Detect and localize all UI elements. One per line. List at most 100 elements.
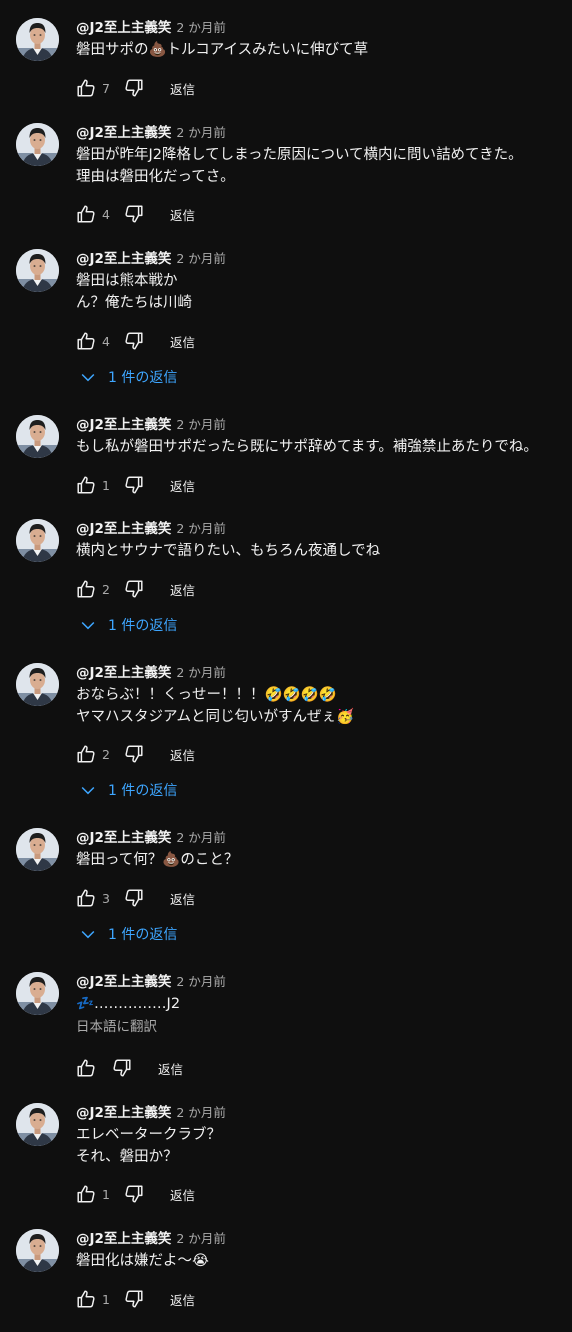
reply-button[interactable]: 返信 xyxy=(170,580,195,599)
comment-text-line: 磐田って何？💩のこと？ xyxy=(76,852,239,868)
comment-author[interactable]: @J2至上主義笑 xyxy=(76,665,171,681)
comment-text: 横内とサウナで語りたい、もちろん夜通しでね xyxy=(76,540,564,562)
avatar[interactable] xyxy=(16,519,59,562)
reply-button[interactable]: 返信 xyxy=(170,79,195,98)
dislike-button[interactable] xyxy=(122,742,146,766)
thumbs-up-icon xyxy=(75,330,97,352)
thumbs-up-icon xyxy=(75,578,97,600)
thumbs-up-icon xyxy=(75,474,97,496)
comment-timestamp[interactable]: 2 か月前 xyxy=(176,830,225,845)
chevron-down-icon xyxy=(78,924,108,944)
reply-button[interactable]: 返信 xyxy=(170,745,195,764)
like-button[interactable] xyxy=(74,202,98,226)
comment-header: @J2至上主義笑 2 か月前 xyxy=(76,415,564,433)
comment-timestamp[interactable]: 2 か月前 xyxy=(176,521,225,536)
reply-button[interactable]: 返信 xyxy=(170,332,195,351)
comment-text-line: それ、磐田か？ xyxy=(76,1149,178,1165)
like-button[interactable] xyxy=(74,1182,98,1206)
dislike-button[interactable] xyxy=(122,76,146,100)
like-button[interactable] xyxy=(74,577,98,601)
like-button[interactable] xyxy=(74,473,98,497)
dislike-button[interactable] xyxy=(122,1182,146,1206)
comment-text: エレベータークラブ？ それ、磐田か？ xyxy=(76,1124,564,1168)
comment-text-line: ん？俺たちは川崎 xyxy=(76,295,192,311)
reply-button[interactable]: 返信 xyxy=(170,889,195,908)
thumbs-up-icon xyxy=(75,743,97,765)
comment-timestamp[interactable]: 2 か月前 xyxy=(176,665,225,680)
like-button[interactable] xyxy=(74,329,98,353)
view-replies-button[interactable]: 1 件の返信 xyxy=(78,923,177,945)
like-count: 1 xyxy=(102,1186,110,1202)
translate-link[interactable]: 日本語に翻訳 xyxy=(76,1017,564,1037)
comment-text-line: 💤……………J2 xyxy=(76,996,181,1012)
dislike-button[interactable] xyxy=(122,202,146,226)
comment-timestamp[interactable]: 2 か月前 xyxy=(176,1231,225,1246)
view-replies-button[interactable]: 1 件の返信 xyxy=(78,614,177,636)
like-button[interactable] xyxy=(74,886,98,910)
comment-actions: 1 返信 xyxy=(74,1287,195,1311)
comment-text: 磐田サポの💩トルコアイスみたいに伸びて草 xyxy=(76,39,564,61)
view-replies-label: 1 件の返信 xyxy=(108,370,178,386)
like-button[interactable] xyxy=(74,1287,98,1311)
thumbs-down-icon xyxy=(123,474,145,496)
comment-author[interactable]: @J2至上主義笑 xyxy=(76,20,171,36)
dislike-button[interactable] xyxy=(110,1056,134,1080)
thumbs-down-icon xyxy=(123,1288,145,1310)
comment-author[interactable]: @J2至上主義笑 xyxy=(76,251,171,267)
view-replies-button[interactable]: 1 件の返信 xyxy=(78,366,177,388)
reply-button[interactable]: 返信 xyxy=(170,476,195,495)
comment-author[interactable]: @J2至上主義笑 xyxy=(76,417,171,433)
like-count: 4 xyxy=(102,206,110,222)
thumbs-down-icon xyxy=(123,743,145,765)
dislike-button[interactable] xyxy=(122,577,146,601)
comment-author[interactable]: @J2至上主義笑 xyxy=(76,521,171,537)
reply-button[interactable]: 返信 xyxy=(170,1290,195,1309)
comment-timestamp[interactable]: 2 か月前 xyxy=(176,1105,225,1120)
comment-body: @J2至上主義笑 2 か月前横内とサウナで語りたい、もちろん夜通しでね xyxy=(76,519,564,562)
reply-button[interactable]: 返信 xyxy=(170,1185,195,1204)
avatar[interactable] xyxy=(16,1229,59,1272)
thumbs-down-icon xyxy=(123,77,145,99)
comment-timestamp[interactable]: 2 か月前 xyxy=(176,974,225,989)
avatar[interactable] xyxy=(16,828,59,871)
like-count: 2 xyxy=(102,581,110,597)
reply-button[interactable]: 返信 xyxy=(158,1059,183,1078)
comment-author[interactable]: @J2至上主義笑 xyxy=(76,1105,171,1121)
comment-timestamp[interactable]: 2 か月前 xyxy=(176,125,225,140)
view-replies-button[interactable]: 1 件の返信 xyxy=(78,779,177,801)
avatar[interactable] xyxy=(16,18,59,61)
comment-author[interactable]: @J2至上主義笑 xyxy=(76,125,171,141)
comment-author[interactable]: @J2至上主義笑 xyxy=(76,830,171,846)
like-count: 3 xyxy=(102,890,110,906)
comment-author[interactable]: @J2至上主義笑 xyxy=(76,974,171,990)
comment-text-line: 横内とサウナで語りたい、もちろん夜通しでね xyxy=(76,543,381,559)
dislike-button[interactable] xyxy=(122,473,146,497)
dislike-button[interactable] xyxy=(122,329,146,353)
comment-text: 磐田は熊本戦か ん？俺たちは川崎 xyxy=(76,270,564,314)
thumbs-down-icon xyxy=(123,1183,145,1205)
avatar[interactable] xyxy=(16,249,59,292)
avatar[interactable] xyxy=(16,415,59,458)
avatar[interactable] xyxy=(16,663,59,706)
comment-text-line: ヤマハスタジアムと同じ匂いがすんぜぇ🥳 xyxy=(76,709,355,725)
dislike-button[interactable] xyxy=(122,1287,146,1311)
comment-header: @J2至上主義笑 2 か月前 xyxy=(76,1229,564,1247)
comment-author[interactable]: @J2至上主義笑 xyxy=(76,1231,171,1247)
reply-button[interactable]: 返信 xyxy=(170,205,195,224)
like-button[interactable] xyxy=(74,742,98,766)
avatar[interactable] xyxy=(16,972,59,1015)
comment-timestamp[interactable]: 2 か月前 xyxy=(176,417,225,432)
comment-body: @J2至上主義笑 2 か月前磐田って何？💩のこと？ xyxy=(76,828,564,871)
comment-text-line: 磐田化は嫌だよ〜😭 xyxy=(76,1253,209,1269)
like-count: 1 xyxy=(102,477,110,493)
like-button[interactable] xyxy=(74,76,98,100)
comment-actions: 2 返信 xyxy=(74,577,195,601)
comment-text: 磐田化は嫌だよ〜😭 xyxy=(76,1250,564,1272)
comment-timestamp[interactable]: 2 か月前 xyxy=(176,251,225,266)
avatar[interactable] xyxy=(16,1103,59,1146)
like-button[interactable] xyxy=(74,1056,98,1080)
dislike-button[interactable] xyxy=(122,886,146,910)
comment-timestamp[interactable]: 2 か月前 xyxy=(176,20,225,35)
thumbs-up-icon xyxy=(75,1057,97,1079)
avatar[interactable] xyxy=(16,123,59,166)
